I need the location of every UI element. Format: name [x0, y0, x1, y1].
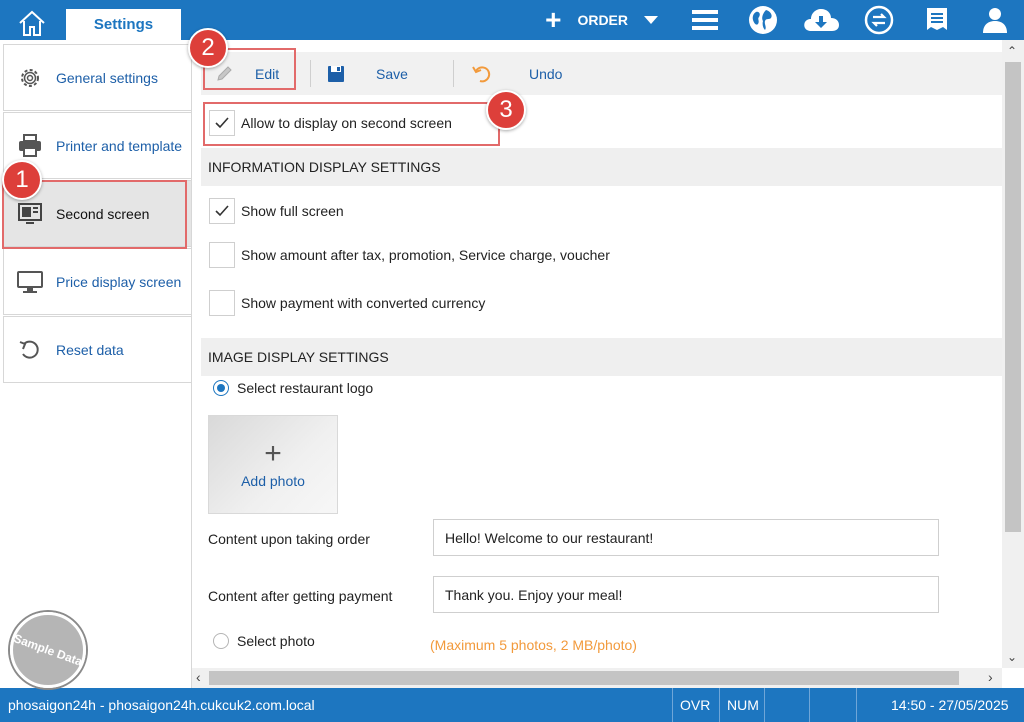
select-logo-label: Select restaurant logo — [237, 380, 374, 396]
user-icon — [983, 8, 1007, 33]
status-divider — [719, 688, 720, 722]
status-divider — [672, 688, 673, 722]
receipt-button[interactable] — [908, 0, 966, 40]
sync-button[interactable] — [850, 0, 908, 40]
show-full-screen-row: Show full screen — [201, 198, 344, 224]
select-logo-radio[interactable] — [213, 380, 229, 396]
menu-button[interactable] — [676, 0, 734, 40]
toolbar-divider — [453, 60, 454, 87]
show-payment-row: Show payment with converted currency — [201, 290, 485, 316]
order-button[interactable]: + ORDER — [545, 0, 658, 40]
horizontal-scrollbar[interactable]: ‹ › — [192, 668, 1002, 688]
second-screen-settings-panel: Allow to display on second screen INFORM… — [201, 95, 1002, 668]
undo-icon — [19, 340, 39, 359]
home-icon — [19, 10, 45, 36]
printer-icon — [19, 133, 41, 157]
chevron-down-icon — [644, 16, 658, 24]
cloud-download-icon — [804, 9, 839, 31]
sidebar-item-label: Reset data — [56, 341, 124, 358]
datetime: 14:50 - 27/05/2025 — [891, 697, 1009, 713]
save-icon — [328, 65, 344, 82]
content-payment-label: Content after getting payment — [208, 588, 393, 604]
step-badge-1: 1 — [2, 160, 42, 200]
show-full-screen-checkbox[interactable] — [209, 198, 235, 224]
status-divider — [764, 688, 765, 722]
order-label: ORDER — [577, 12, 628, 28]
select-photo-label: Select photo — [237, 633, 315, 649]
connection-info: phosaigon24h - phosaigon24h.cukcuk2.com.… — [8, 697, 315, 713]
step-badge-2: 2 — [188, 28, 228, 68]
content-payment-input[interactable] — [433, 576, 939, 613]
save-button[interactable]: Save — [327, 52, 408, 95]
sidebar-item-label: Printer and template — [56, 137, 183, 154]
scroll-right-arrow-icon[interactable]: › — [988, 669, 993, 685]
receipt-icon — [927, 8, 947, 30]
monitor-icon — [17, 270, 43, 293]
select-logo-row: Select restaurant logo — [201, 380, 373, 396]
information-display-settings-header: INFORMATION DISPLAY SETTINGS — [201, 148, 1002, 186]
sidebar-item-general-settings[interactable]: General settings — [3, 44, 192, 111]
photo-limit-hint: (Maximum 5 photos, 2 MB/photo) — [430, 637, 637, 653]
toolbar: Edit Save Undo — [201, 52, 1002, 95]
cloud-download-button[interactable] — [792, 0, 850, 40]
undo-label: Undo — [529, 65, 563, 82]
sample-data-text: Sample Data — [11, 631, 85, 669]
show-payment-currency-checkbox[interactable] — [209, 290, 235, 316]
show-amount-label: Show amount after tax, promotion, Servic… — [241, 247, 610, 263]
user-button[interactable] — [966, 0, 1024, 40]
scroll-left-arrow-icon[interactable]: ‹ — [196, 669, 201, 685]
select-photo-row: Select photo — [201, 633, 315, 649]
step-badge-3: 3 — [486, 90, 526, 130]
toolbar-divider — [310, 60, 311, 87]
select-photo-radio[interactable] — [213, 633, 229, 649]
save-label: Save — [376, 65, 408, 82]
top-bar: Settings + ORDER — [0, 0, 1024, 40]
scroll-up-arrow-icon[interactable]: ⌃ — [1007, 44, 1017, 58]
show-amount-checkbox[interactable] — [209, 242, 235, 268]
add-photo-label: Add photo — [241, 472, 305, 489]
show-amount-row: Show amount after tax, promotion, Servic… — [201, 242, 610, 268]
vertical-scrollbar[interactable]: ⌃ ⌄ — [1002, 40, 1024, 668]
ovr-indicator: OVR — [680, 697, 711, 713]
sidebar-item-label: General settings — [56, 69, 158, 86]
show-payment-currency-label: Show payment with converted currency — [241, 295, 486, 311]
image-display-settings-header: IMAGE DISPLAY SETTINGS — [201, 338, 1002, 376]
hamburger-menu-icon — [692, 10, 718, 30]
content-order-label: Content upon taking order — [208, 531, 370, 547]
sidebar-item-label: Price display screen — [56, 273, 182, 290]
sidebar-item-reset-data[interactable]: Reset data — [3, 316, 192, 383]
globe-button[interactable] — [734, 0, 792, 40]
show-full-screen-label: Show full screen — [241, 203, 344, 219]
status-bar: phosaigon24h - phosaigon24h.cukcuk2.com.… — [0, 688, 1024, 722]
add-photo-button[interactable]: + Add photo — [208, 415, 338, 514]
radio-dot — [217, 384, 225, 392]
sidebar-item-price-display-screen[interactable]: Price display screen — [3, 248, 192, 315]
checkmark-icon — [215, 205, 229, 217]
undo-arrow-icon — [472, 65, 491, 82]
vertical-scroll-thumb[interactable] — [1005, 62, 1021, 532]
num-indicator: NUM — [727, 697, 759, 713]
scroll-down-arrow-icon[interactable]: ⌄ — [1007, 650, 1017, 664]
sidebar: General settings Printer and template Se… — [0, 40, 192, 688]
home-button[interactable] — [10, 8, 54, 38]
status-divider — [809, 688, 810, 722]
sync-icon — [864, 5, 894, 35]
plus-icon: + — [264, 436, 282, 470]
highlight-allow-second-screen — [203, 102, 500, 146]
status-divider — [856, 688, 857, 722]
plus-icon: + — [545, 4, 562, 35]
horizontal-scroll-thumb[interactable] — [209, 671, 959, 685]
content-order-input[interactable] — [433, 519, 939, 556]
sample-data-stamp: Sample Data — [10, 612, 86, 688]
undo-button[interactable]: Undo — [471, 52, 562, 95]
globe-icon — [749, 6, 777, 34]
gear-icon — [21, 68, 39, 87]
tab-settings[interactable]: Settings — [66, 9, 181, 40]
